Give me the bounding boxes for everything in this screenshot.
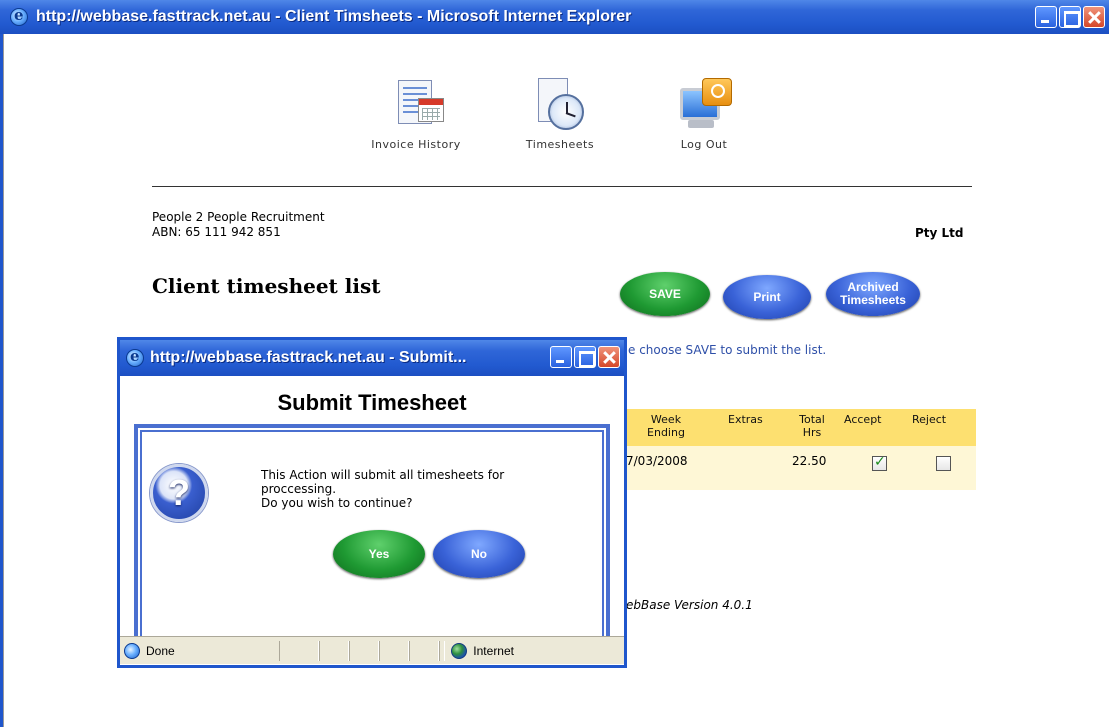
ie-window-icon[interactable] bbox=[10, 6, 28, 26]
nav-invoice-history-label[interactable]: Invoice History bbox=[356, 138, 476, 151]
header-extras: Extras bbox=[728, 413, 763, 426]
main-window-controls bbox=[1035, 6, 1105, 28]
reject-checkbox[interactable] bbox=[936, 456, 951, 471]
save-button[interactable]: SAVE bbox=[620, 272, 710, 316]
main-window-titlebar[interactable]: http://webbase.fasttrack.net.au - Client… bbox=[0, 0, 1109, 34]
page-title: Client timesheet list bbox=[152, 274, 381, 298]
status-ie-icon bbox=[124, 642, 140, 659]
no-button[interactable]: No bbox=[433, 530, 525, 578]
company-abn: ABN: 65 111 942 851 bbox=[152, 225, 281, 239]
popup-ie-icon[interactable] bbox=[126, 347, 144, 367]
popup-minimize-icon[interactable] bbox=[550, 346, 572, 368]
popup-message-line3: Do you wish to continue? bbox=[261, 496, 413, 510]
yes-button[interactable]: Yes bbox=[333, 530, 425, 578]
timesheet-table-header: Week Ending Extras Total Hrs Accept Reje… bbox=[626, 409, 976, 446]
header-week-ending: Week Ending bbox=[636, 413, 696, 439]
internet-globe-icon bbox=[451, 642, 468, 659]
main-window-title: http://webbase.fasttrack.net.au - Client… bbox=[36, 8, 632, 25]
status-done-text: Done bbox=[146, 643, 175, 658]
nav-invoice-history[interactable]: Invoice History bbox=[356, 74, 476, 151]
timesheets-clock-icon[interactable] bbox=[530, 74, 590, 134]
logout-key-icon[interactable] bbox=[674, 74, 734, 134]
nav-log-out[interactable]: Log Out bbox=[644, 74, 764, 151]
company-name: People 2 People Recruitment bbox=[152, 210, 325, 224]
nav-timesheets[interactable]: Timesheets bbox=[500, 74, 620, 151]
company-suffix: Pty Ltd bbox=[915, 226, 964, 240]
popup-heading: Submit Timesheet bbox=[277, 390, 467, 415]
popup-message-line1: This Action will submit all timesheets f… bbox=[261, 468, 505, 482]
version-text: ebBase Version 4.0.1 bbox=[626, 598, 753, 612]
window-frame-left bbox=[0, 34, 4, 727]
submit-popup-window: http://webbase.fasttrack.net.au - Submit… bbox=[117, 337, 627, 668]
close-icon[interactable] bbox=[1083, 6, 1105, 28]
cell-week-ending: 7/03/2008 bbox=[626, 454, 688, 468]
header-ending: Ending bbox=[647, 426, 685, 439]
table-row: 7/03/2008 22.50 bbox=[626, 446, 976, 490]
popup-window-controls bbox=[550, 346, 620, 368]
instruction-text: e choose SAVE to submit the list. bbox=[628, 343, 827, 357]
accept-checkbox[interactable] bbox=[872, 454, 887, 471]
popup-message: This Action will submit all timesheets f… bbox=[261, 468, 581, 510]
header-reject: Reject bbox=[912, 413, 947, 426]
cell-total-hrs: 22.50 bbox=[792, 454, 827, 468]
question-icon: ? bbox=[150, 464, 208, 522]
popup-title: http://webbase.fasttrack.net.au - Submit… bbox=[150, 349, 467, 366]
nav-timesheets-label[interactable]: Timesheets bbox=[500, 138, 620, 151]
company-info: People 2 People Recruitment ABN: 65 111 … bbox=[152, 210, 325, 240]
invoice-history-icon[interactable] bbox=[386, 74, 446, 134]
popup-maximize-icon[interactable] bbox=[574, 346, 596, 368]
header-divider bbox=[152, 186, 972, 187]
nav-log-out-label[interactable]: Log Out bbox=[644, 138, 764, 151]
print-button[interactable]: Print bbox=[723, 275, 811, 319]
header-total-hrs: Total Hrs bbox=[790, 413, 834, 439]
archived-button-line2: Timesheets bbox=[840, 293, 906, 307]
header-hrs: Hrs bbox=[802, 426, 822, 439]
status-zone-text: Internet bbox=[473, 643, 514, 658]
archived-timesheets-button[interactable]: Archived Timesheets bbox=[826, 272, 920, 316]
popup-titlebar[interactable]: http://webbase.fasttrack.net.au - Submit… bbox=[120, 340, 624, 376]
popup-status-bar: Done Internet bbox=[120, 636, 624, 664]
maximize-icon[interactable] bbox=[1059, 6, 1081, 28]
minimize-icon[interactable] bbox=[1035, 6, 1057, 28]
header-accept: Accept bbox=[844, 413, 882, 426]
popup-message-line2: proccessing. bbox=[261, 482, 337, 496]
header-week: Week bbox=[650, 413, 682, 426]
header-total: Total bbox=[799, 413, 825, 426]
popup-close-icon[interactable] bbox=[598, 346, 620, 368]
